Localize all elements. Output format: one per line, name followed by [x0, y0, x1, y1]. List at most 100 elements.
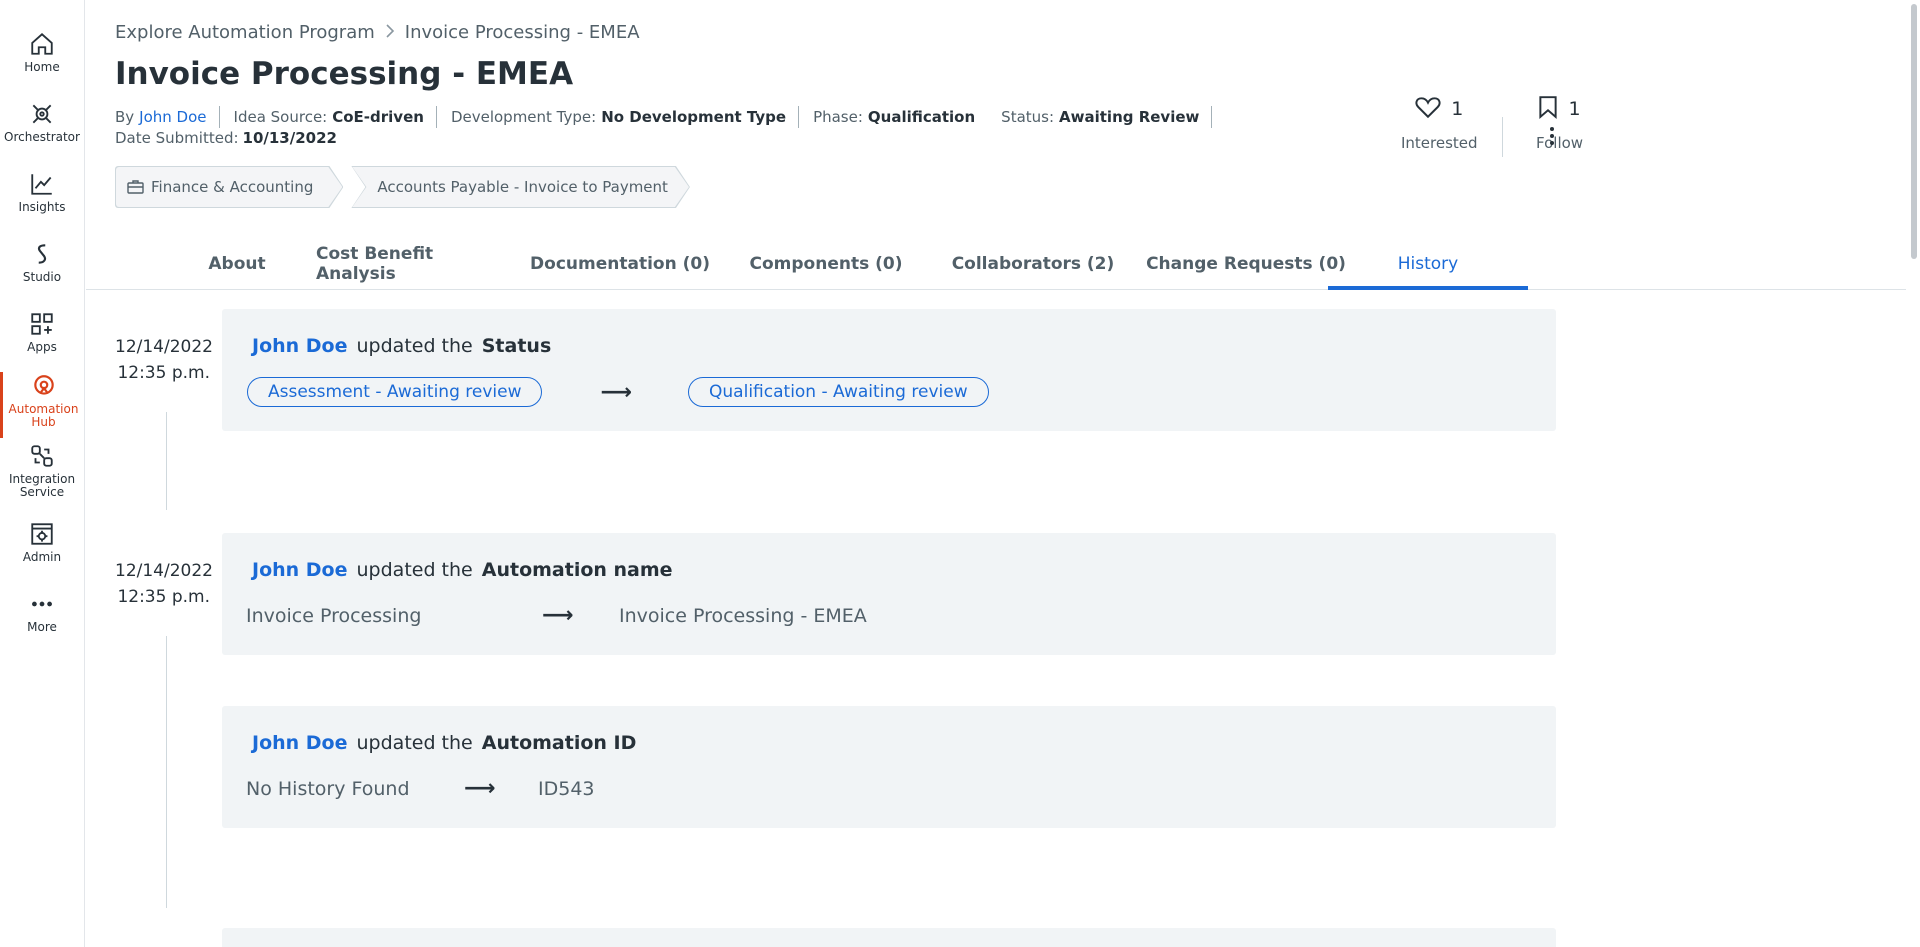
- orchestrator-icon: [28, 100, 56, 128]
- rail-item-label: Integration Service: [8, 472, 76, 499]
- rail-item-label: Home: [24, 60, 60, 74]
- meta-development-type-value: No Development Type: [601, 108, 787, 126]
- briefcase-icon: [127, 179, 144, 195]
- bookmark-icon: [1538, 95, 1558, 124]
- tab-components[interactable]: Components (0): [736, 238, 916, 290]
- history-change: Invoice Processing ⟶ Invoice Processing …: [246, 603, 867, 628]
- history-from-value: No History Found: [246, 777, 410, 800]
- tab-collaborators[interactable]: Collaborators (2): [938, 238, 1128, 290]
- history-change: Assessment - Awaiting review ⟶ Qualifica…: [247, 377, 989, 407]
- rail-item-orchestrator[interactable]: Orchestrator: [0, 100, 84, 164]
- interested-count: 1: [1451, 98, 1464, 120]
- category-tag[interactable]: Finance & Accounting: [115, 166, 343, 208]
- rail-item-studio[interactable]: Studio: [0, 240, 84, 304]
- timeline-line: [166, 636, 167, 908]
- breadcrumb-parent-link[interactable]: Explore Automation Program: [115, 22, 375, 43]
- history-date-time: 12:35 p.m.: [117, 363, 210, 383]
- tab-cost-benefit-analysis[interactable]: Cost Benefit Analysis: [316, 238, 516, 290]
- meta-idea-source: Idea Source: CoE-driven: [234, 106, 437, 128]
- meta-status-label: Status:: [1001, 108, 1055, 126]
- history-field-name: Automation name: [481, 559, 673, 581]
- category-tags: Finance & Accounting Accounts Payable - …: [115, 166, 690, 208]
- tab-about[interactable]: About: [172, 238, 302, 290]
- engagement-actions: 1 Interested 1 Follow: [1316, 92, 1656, 172]
- history-date-day: 12/14/2022: [115, 337, 213, 357]
- meta-phase-label: Phase:: [813, 108, 863, 126]
- history-user-link[interactable]: John Doe: [252, 335, 348, 357]
- category-tag-label: Finance & Accounting: [151, 178, 314, 196]
- tab-documentation[interactable]: Documentation (0): [530, 238, 710, 290]
- history-user-link[interactable]: John Doe: [252, 732, 348, 754]
- history-date-day: 12/14/2022: [115, 561, 213, 581]
- scrollbar-thumb[interactable]: [1911, 4, 1917, 259]
- meta-idea-source-label: Idea Source:: [233, 108, 328, 126]
- detail-tabs: About Cost Benefit Analysis Documentatio…: [86, 238, 1906, 290]
- automation-hub-icon: [30, 372, 58, 400]
- kebab-menu-icon: [1549, 126, 1555, 150]
- rail-item-label: Insights: [18, 200, 66, 214]
- studio-icon: [28, 240, 56, 268]
- more-options-button[interactable]: [1542, 126, 1562, 150]
- breadcrumb-current: Invoice Processing - EMEA: [404, 22, 640, 43]
- metadata-row: By John Doe Idea Source: CoE-driven Deve…: [115, 106, 1226, 128]
- tab-change-requests[interactable]: Change Requests (0): [1136, 238, 1356, 290]
- history-change: No History Found ⟶ ID543: [246, 776, 595, 801]
- page-scrollbar[interactable]: [1906, 0, 1920, 947]
- history-verb: updated the: [356, 732, 473, 754]
- meta-author-label: By: [115, 108, 135, 126]
- home-icon: [28, 30, 56, 58]
- arrow-right-icon: ⟶: [542, 603, 574, 628]
- history-card-automation-id: John Doe updated the Automation ID No Hi…: [222, 706, 1556, 828]
- rail-item-label: Apps: [27, 340, 57, 354]
- chevron-right-icon: [385, 23, 395, 42]
- rail-item-more[interactable]: More: [0, 590, 84, 654]
- timeline-line: [166, 412, 167, 510]
- rail-item-home[interactable]: Home: [0, 30, 84, 94]
- history-date-time: 12:35 p.m.: [117, 587, 210, 607]
- subcategory-tag[interactable]: Accounts Payable - Invoice to Payment: [351, 166, 690, 208]
- history-date: 12/14/2022 12:35 p.m.: [115, 558, 213, 610]
- meta-date-submitted-value: 10/13/2022: [242, 129, 337, 147]
- rail-item-integration-service[interactable]: Integration Service: [0, 442, 84, 508]
- apps-grid-icon: [28, 310, 56, 338]
- history-card-title: John Doe updated the Status: [252, 335, 551, 357]
- rail-item-label: Orchestrator: [4, 130, 80, 144]
- history-date: 12/14/2022 12:35 p.m.: [115, 334, 213, 386]
- history-card-next: [222, 928, 1556, 947]
- rail-item-label: More: [27, 620, 57, 634]
- history-field-name: Automation ID: [481, 732, 637, 754]
- history-from-value: Invoice Processing: [246, 604, 422, 627]
- actions-divider: [1502, 117, 1503, 157]
- status-to-pill: Qualification - Awaiting review: [688, 377, 989, 407]
- rail-item-apps[interactable]: Apps: [0, 310, 84, 374]
- rail-item-label: Automation Hub: [8, 402, 79, 429]
- history-card-title: John Doe updated the Automation name: [252, 559, 673, 581]
- breadcrumb: Explore Automation Program Invoice Proce…: [115, 22, 640, 43]
- history-card-title: John Doe updated the Automation ID: [252, 732, 636, 754]
- interested-label: Interested: [1401, 134, 1478, 152]
- history-card-automation-name: John Doe updated the Automation name Inv…: [222, 533, 1556, 655]
- interested-button[interactable]: 1 Interested: [1401, 94, 1478, 152]
- heart-icon: [1415, 95, 1441, 124]
- main-content: Explore Automation Program Invoice Proce…: [86, 0, 1906, 947]
- arrow-right-icon: ⟶: [600, 379, 633, 405]
- tab-history[interactable]: History: [1328, 238, 1528, 290]
- meta-phase: Phase: Qualification: [813, 106, 987, 128]
- history-to-value: ID543: [538, 777, 595, 800]
- rail-item-admin[interactable]: Admin: [0, 520, 84, 584]
- history-user-link[interactable]: John Doe: [252, 559, 348, 581]
- insights-chart-icon: [28, 170, 56, 198]
- history-card-status: John Doe updated the Status Assessment -…: [222, 309, 1556, 431]
- history-verb: updated the: [356, 335, 473, 357]
- follow-count: 1: [1568, 98, 1581, 120]
- admin-icon: [28, 520, 56, 548]
- rail-item-insights[interactable]: Insights: [0, 170, 84, 234]
- rail-item-automation-hub[interactable]: Automation Hub: [0, 372, 84, 438]
- meta-development-type-label: Development Type:: [450, 108, 597, 126]
- author-link[interactable]: John Doe: [139, 108, 206, 126]
- meta-phase-value: Qualification: [867, 108, 976, 126]
- history-field-name: Status: [481, 335, 552, 357]
- status-from-pill: Assessment - Awaiting review: [247, 377, 543, 407]
- subcategory-tag-label: Accounts Payable - Invoice to Payment: [377, 178, 668, 196]
- meta-development-type: Development Type: No Development Type: [450, 106, 800, 128]
